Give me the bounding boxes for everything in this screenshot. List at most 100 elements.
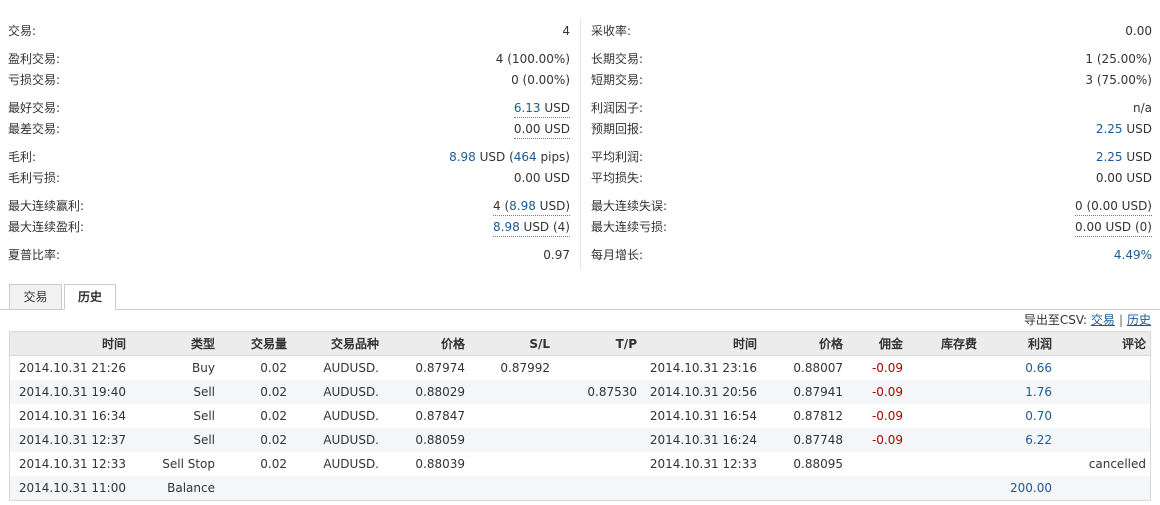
cell-volume: 0.02 [260, 457, 287, 471]
cell-swap [903, 476, 977, 500]
stats-left-column: 交易: 4 盈利交易: 4 (100.00%) 亏损交易: 0 (0.00%) … [8, 0, 570, 275]
cell-sl [465, 404, 550, 428]
cell-close-price: 0.87941 [793, 385, 843, 399]
cell-swap [903, 404, 977, 428]
cell-comment [1052, 380, 1146, 404]
header-tp[interactable]: T/P [550, 332, 637, 356]
tab-history[interactable]: 历史 [64, 284, 116, 310]
stat-average-loss: 平均损失: 0.00 USD [591, 171, 1152, 185]
table-row: 2014.10.31 11:00 Balance 200.00 [10, 476, 1150, 500]
cell-volume: 0.02 [260, 385, 287, 399]
cell-open-time: 2014.10.31 21:26 [18, 361, 126, 375]
table-row: 2014.10.31 12:37 Sell 0.02 AUDUSD. 0.88059 20… [10, 428, 1150, 452]
stat-gross-profit: 毛利: 8.98 USD (464 pips) [8, 150, 570, 164]
cell-sl [465, 452, 550, 476]
cell-tp [550, 356, 637, 380]
cell-open-price: 0.87974 [415, 361, 465, 375]
cell-open-price: 0.87847 [415, 409, 465, 423]
cell-commission [843, 452, 903, 476]
cell-close-time: 2014.10.31 16:24 [649, 433, 757, 447]
stat-gross-loss: 毛利亏损: 0.00 USD [8, 171, 570, 185]
stat-profit-trades: 盈利交易: 4 (100.00%) [8, 52, 570, 66]
cell-symbol: AUDUSD. [323, 457, 379, 471]
table-row: 2014.10.31 19:40 Sell 0.02 AUDUSD. 0.88029 0.… [10, 380, 1150, 404]
max-consecutive-profit-link[interactable]: 8.98 USD (4) [493, 218, 570, 237]
export-separator: | [1118, 313, 1123, 327]
cell-symbol: AUDUSD. [323, 433, 379, 447]
table-row: 2014.10.31 12:33 Sell Stop 0.02 AUDUSD. 0.88… [10, 452, 1150, 476]
cell-open-time: 2014.10.31 16:34 [18, 409, 126, 423]
table-row: 2014.10.31 16:34 Sell 0.02 AUDUSD. 0.87847 20… [10, 404, 1150, 428]
cell-close-time: 2014.10.31 12:33 [649, 457, 757, 471]
cell-tp [550, 452, 637, 476]
header-symbol[interactable]: 交易品种 [287, 332, 379, 356]
cell-comment [1052, 476, 1146, 500]
header-commission[interactable]: 佣金 [843, 332, 903, 356]
cell-close-time: 2014.10.31 16:54 [649, 409, 757, 423]
cell-commission [843, 476, 903, 500]
header-type[interactable]: 类型 [126, 332, 215, 356]
table-row: 2014.10.31 21:26 Buy 0.02 AUDUSD. 0.87974 0.8… [10, 356, 1150, 380]
stat-max-consecutive-wins: 最大连续赢利: 4 (8.98 USD) [8, 197, 570, 216]
cell-close-time: 2014.10.31 20:56 [649, 385, 757, 399]
stat-profit-factor: 利润因子: n/a [591, 101, 1152, 115]
stat-worst-trade: 最差交易: 0.00 USD [8, 120, 570, 139]
cell-volume: 0.02 [260, 433, 287, 447]
cell-comment [1052, 356, 1146, 380]
cell-swap [903, 356, 977, 380]
cell-type: Sell Stop [162, 457, 215, 471]
cell-type: Sell [193, 409, 215, 423]
export-trade-link[interactable]: 交易 [1091, 313, 1115, 327]
cell-open-price: 0.88059 [415, 433, 465, 447]
header-comment[interactable]: 评论 [1052, 332, 1146, 356]
cell-open-time: 2014.10.31 12:33 [18, 457, 126, 471]
cell-tp: 0.87530 [587, 385, 637, 399]
header-open-time[interactable]: 时间 [10, 332, 126, 356]
header-volume[interactable]: 交易量 [215, 332, 287, 356]
cell-type: Sell [193, 433, 215, 447]
header-close-time[interactable]: 时间 [637, 332, 757, 356]
max-consecutive-wins-link[interactable]: 4 (8.98 USD) [493, 197, 570, 216]
cell-symbol: AUDUSD. [323, 409, 379, 423]
best-trade-link[interactable]: 6.13 USD [513, 99, 570, 118]
cell-commission: -0.09 [871, 385, 903, 399]
export-history-link[interactable]: 历史 [1127, 313, 1151, 327]
export-csv: 导出至CSV: 交易 | 历史 [1024, 312, 1151, 328]
stat-loss-trades: 亏损交易: 0 (0.00%) [8, 73, 570, 87]
stats-right-column: 采收率: 0.00 长期交易: 1 (25.00%) 短期交易: 3 (75.0… [591, 0, 1152, 275]
stat-average-profit: 平均利润: 2.25 USD [591, 150, 1152, 164]
cell-sl [465, 476, 550, 500]
cell-commission: -0.09 [871, 409, 903, 423]
stat-short-trades: 短期交易: 3 (75.00%) [591, 73, 1152, 87]
tab-baseline [0, 309, 1160, 310]
cell-comment [1052, 404, 1146, 428]
cell-volume: 0.02 [260, 409, 287, 423]
tab-trade[interactable]: 交易 [9, 284, 62, 310]
cell-open-price: 0.88039 [415, 457, 465, 471]
account-statistics: 交易: 4 盈利交易: 4 (100.00%) 亏损交易: 0 (0.00%) … [0, 0, 1160, 275]
header-profit[interactable]: 利润 [977, 332, 1052, 356]
header-close-price[interactable]: 价格 [757, 332, 843, 356]
cell-open-price [379, 476, 465, 500]
cell-tp [550, 404, 637, 428]
header-sl[interactable]: S/L [465, 332, 550, 356]
stat-max-consecutive-losses: 最大连续失误: 0 (0.00 USD) [591, 197, 1152, 216]
header-open-price[interactable]: 价格 [379, 332, 465, 356]
cell-comment: cancelled [1088, 457, 1146, 471]
cell-volume [215, 476, 287, 500]
cell-sl: 0.87992 [500, 361, 550, 375]
header-swap[interactable]: 库存费 [903, 332, 977, 356]
cell-close-price: 0.88007 [793, 361, 843, 375]
cell-open-time: 2014.10.31 12:37 [18, 433, 126, 447]
cell-symbol: AUDUSD. [323, 385, 379, 399]
stat-best-trade: 最好交易: 6.13 USD [8, 99, 570, 118]
cell-commission: -0.09 [871, 361, 903, 375]
cell-type: Buy [192, 361, 215, 375]
cell-symbol [287, 476, 379, 500]
worst-trade-link[interactable]: 0.00 USD [513, 120, 570, 139]
cell-swap [903, 452, 977, 476]
cell-profit: 1.76 [1025, 385, 1052, 399]
cell-profit: 200.00 [1010, 481, 1052, 495]
cell-close-price [757, 476, 843, 500]
cell-swap [903, 380, 977, 404]
